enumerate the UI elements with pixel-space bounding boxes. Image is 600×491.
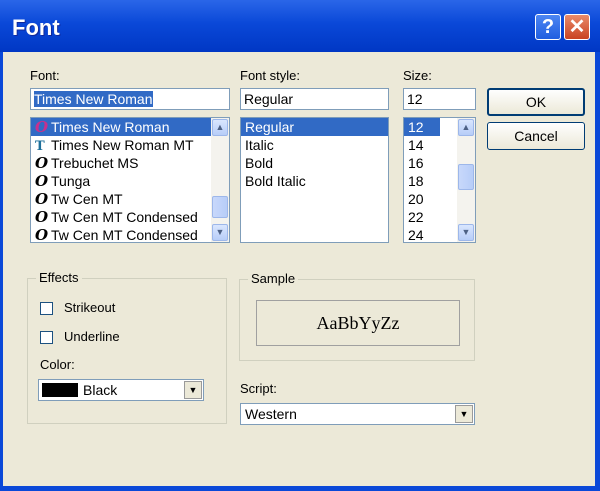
font-style-list[interactable]: Regular Italic Bold Bold Italic xyxy=(240,117,389,243)
title-bar xyxy=(0,0,600,52)
font-list-scrollbar[interactable]: ▲ ▼ xyxy=(211,118,229,242)
opentype-font-icon: O xyxy=(35,208,49,226)
strikeout-checkbox[interactable] xyxy=(40,302,53,315)
window-frame-right xyxy=(595,52,600,491)
scroll-down-arrow-icon[interactable]: ▼ xyxy=(212,224,228,241)
font-style-label: Font style: xyxy=(240,68,300,83)
script-select[interactable]: Western ▼ xyxy=(240,403,475,425)
size-list[interactable]: 12 14 16 18 20 22 24 ▲ ▼ xyxy=(403,117,476,243)
size-label: Size: xyxy=(403,68,432,83)
chevron-down-icon[interactable]: ▼ xyxy=(184,381,202,399)
font-list-item[interactable]: O Tw Cen MT Condensed xyxy=(31,226,229,243)
opentype-font-icon: O xyxy=(35,172,49,190)
font-list-item[interactable]: O Tunga xyxy=(31,172,229,190)
font-style-input[interactable]: Regular xyxy=(240,88,389,110)
close-button[interactable]: ✕ xyxy=(564,14,590,40)
help-button[interactable]: ? xyxy=(535,14,561,40)
font-list-item[interactable]: O Tw Cen MT Condensed xyxy=(31,208,229,226)
size-list-scrollbar[interactable]: ▲ ▼ xyxy=(457,118,475,242)
color-select[interactable]: Black ▼ xyxy=(38,379,204,401)
font-style-item[interactable]: Bold Italic xyxy=(241,172,388,190)
cancel-button[interactable]: Cancel xyxy=(487,122,585,150)
effects-legend: Effects xyxy=(36,270,82,285)
color-swatch xyxy=(42,383,78,397)
opentype-font-icon: O xyxy=(35,226,49,243)
scroll-up-arrow-icon[interactable]: ▲ xyxy=(212,119,228,136)
sample-preview: AaBbYyZz xyxy=(256,300,460,346)
strikeout-label: Strikeout xyxy=(64,300,116,315)
font-style-item[interactable]: Regular xyxy=(241,118,388,136)
font-list-item[interactable]: O Trebuchet MS xyxy=(31,154,229,172)
font-list-items: O Times New Roman T Times New Roman MT O Tr… xyxy=(31,118,229,243)
font-list-item[interactable]: O Tw Cen MT xyxy=(31,190,229,208)
font-style-item[interactable]: Italic xyxy=(241,136,388,154)
chevron-down-icon[interactable]: ▼ xyxy=(455,405,473,423)
dialog-title: Font xyxy=(12,15,60,40)
effects-group xyxy=(27,278,227,424)
window-frame-left xyxy=(0,52,3,491)
scroll-thumb[interactable] xyxy=(458,164,474,190)
opentype-font-icon: O xyxy=(35,190,49,208)
underline-label: Underline xyxy=(64,329,120,344)
script-label: Script: xyxy=(240,381,277,396)
scroll-up-arrow-icon[interactable]: ▲ xyxy=(458,119,474,136)
scroll-thumb[interactable] xyxy=(212,196,228,218)
color-label: Color: xyxy=(40,357,75,372)
font-list-item[interactable]: T Times New Roman MT xyxy=(31,136,229,154)
window-frame-bottom xyxy=(0,486,600,491)
opentype-font-icon: O xyxy=(35,154,49,172)
font-list-item[interactable]: O Times New Roman xyxy=(31,118,229,136)
font-style-item[interactable]: Bold xyxy=(241,154,388,172)
size-input[interactable]: 12 xyxy=(403,88,476,110)
ok-button[interactable]: OK xyxy=(487,88,585,116)
color-value: Black xyxy=(83,382,118,398)
underline-checkbox[interactable] xyxy=(40,331,53,344)
scroll-down-arrow-icon[interactable]: ▼ xyxy=(458,224,474,241)
opentype-font-icon: O xyxy=(35,118,49,136)
size-item[interactable]: 12 xyxy=(404,118,440,136)
font-label: Font: xyxy=(30,68,60,83)
sample-legend: Sample xyxy=(248,271,299,286)
font-list[interactable]: O Times New Roman T Times New Roman MT O Tr… xyxy=(30,117,230,243)
script-value: Western xyxy=(245,406,297,422)
font-name-input[interactable]: Times New Roman xyxy=(30,88,230,110)
